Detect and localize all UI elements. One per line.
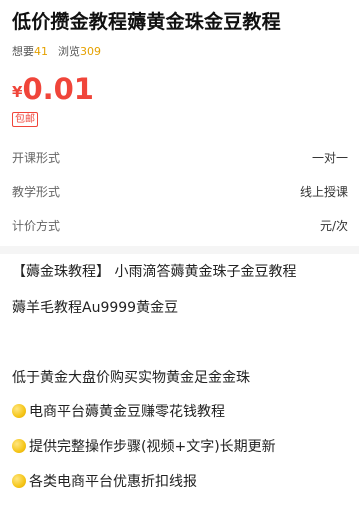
- attribute-label: 教学形式: [12, 185, 61, 199]
- attribute-value: 元/次: [319, 219, 348, 233]
- attribute-label: 计价方式: [12, 219, 61, 233]
- view-label: 浏览: [58, 45, 80, 58]
- description-line: 薅羊毛教程Au9999黄金豆: [12, 300, 179, 316]
- view-count: 309: [80, 45, 101, 58]
- attribute-row-teaching-format: 教学形式 线上授课: [12, 182, 348, 202]
- yellow-dot-icon: [12, 404, 26, 418]
- description-bullet: 提供完整操作步骤(视频+文字)长期更新: [12, 437, 357, 457]
- yellow-dot-icon: [12, 474, 26, 488]
- description-line: 低于黄金大盘价购买实物黄金足金金珠: [12, 370, 250, 386]
- description-bullet: 各类电商平台优惠折扣线报: [12, 472, 357, 492]
- description-bullet: 电商平台薅黄金豆赚零花钱教程: [12, 402, 357, 422]
- attribute-label: 开课形式: [12, 151, 61, 165]
- attribute-value: 线上授课: [299, 185, 348, 199]
- yellow-dot-icon: [12, 439, 26, 453]
- description-line: 【薅金珠教程】 小雨滴答薅黄金珠子金豆教程: [12, 264, 297, 280]
- attribute-row-course-format: 开课形式 一对一: [12, 148, 348, 168]
- product-title: 低价攒金教程薅黄金珠金豆教程: [12, 11, 281, 33]
- bullet-text: 各类电商平台优惠折扣线报: [29, 474, 197, 490]
- price-value: 0.01: [22, 72, 94, 106]
- bullet-text: 电商平台薅黄金豆赚零花钱教程: [29, 404, 225, 420]
- price: ¥0.01: [12, 71, 94, 112]
- currency-symbol: ¥: [12, 83, 23, 101]
- bullet-text: 提供完整操作步骤(视频+文字)长期更新: [29, 439, 276, 455]
- attribute-row-pricing-method: 计价方式 元/次: [12, 216, 348, 236]
- want-label: 想要: [12, 45, 34, 58]
- section-divider: [0, 246, 359, 254]
- attribute-value: 一对一: [311, 151, 348, 165]
- want-count: 41: [34, 45, 48, 58]
- product-stats: 想要41 浏览309: [12, 44, 101, 60]
- free-shipping-tag: 包邮: [12, 112, 38, 127]
